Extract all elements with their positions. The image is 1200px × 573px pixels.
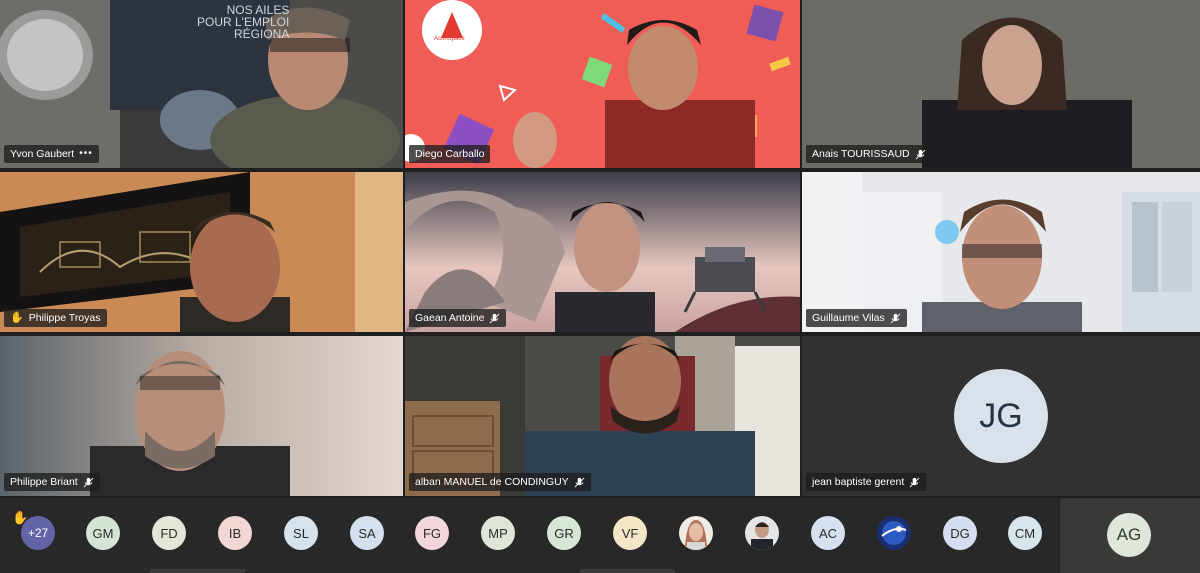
video-feed [802, 0, 1200, 168]
participant-name: Gaean Antoine [415, 312, 485, 324]
participant-photo-avatar[interactable] [745, 516, 779, 550]
video-tile[interactable]: Anais TOURISSAUD [802, 0, 1200, 168]
strip-scroll-indicator [580, 569, 675, 573]
mic-muted-icon [909, 477, 920, 487]
participant-name-tag: Philippe Briant [4, 473, 100, 491]
participant-strip: ✋ +27 GM FD IB SL SA FG MP GR VF AC DG C… [0, 498, 1058, 573]
participant-name: Guillaume Vilas [812, 312, 885, 324]
video-grid: NOS AILES POUR L'EMPLOI RÉGIONA Yvon Gau… [0, 0, 1200, 498]
active-speaker-tile[interactable]: AG [1060, 498, 1200, 573]
participant-name-tag: ✋ Philippe Troyas [4, 309, 107, 327]
participant-name-tag: Yvon Gaubert ••• [4, 145, 99, 163]
participant-name: Anais TOURISSAUD [812, 148, 910, 160]
poster-text: NOS AILES POUR L'EMPLOI RÉGIONA [197, 3, 290, 41]
video-tile[interactable]: ✋ Philippe Troyas [0, 172, 403, 332]
participant-avatar[interactable]: FD [152, 516, 186, 550]
mic-muted-icon [915, 149, 926, 159]
more-participants-button[interactable]: +27 [21, 516, 55, 550]
video-tile[interactable]: Guillaume Vilas [802, 172, 1200, 332]
participant-name-tag: Anais TOURISSAUD [806, 145, 932, 163]
participant-avatar[interactable]: SA [350, 516, 384, 550]
participant-avatar[interactable]: VF [613, 516, 647, 550]
video-tile[interactable]: alban MANUEL de CONDINGUY [405, 336, 800, 496]
participant-name: Yvon Gaubert [10, 148, 75, 160]
participant-avatar[interactable]: MP [481, 516, 515, 550]
avatar: JG [954, 369, 1048, 463]
video-tile[interactable]: Gaean Antoine [405, 172, 800, 332]
video-tile[interactable]: JG jean baptiste gerent [802, 336, 1200, 496]
mic-muted-icon [490, 313, 500, 323]
participant-avatar[interactable]: GR [547, 516, 581, 550]
video-tile[interactable]: NOS AILES POUR L'EMPLOI RÉGIONA Yvon Gau… [0, 0, 403, 168]
globe-logo-icon [877, 516, 911, 550]
participant-avatar[interactable]: CM [1008, 516, 1042, 550]
person-photo-icon [679, 516, 713, 550]
raised-hand-icon: ✋ [10, 312, 24, 324]
video-feed [405, 0, 800, 168]
person-photo-icon [745, 516, 779, 550]
participant-name: Philippe Troyas [28, 312, 101, 324]
participant-photo-avatar[interactable] [679, 516, 713, 550]
participant-avatar[interactable]: FG [415, 516, 449, 550]
strip-scroll-indicator [150, 569, 245, 573]
participant-avatar[interactable]: AC [811, 516, 845, 550]
participant-tray: ✋ +27 GM FD IB SL SA FG MP GR VF AC DG C… [0, 498, 1200, 573]
participant-avatar[interactable]: IB [218, 516, 252, 550]
mic-muted-icon [890, 313, 901, 323]
participant-logo-avatar[interactable] [877, 516, 911, 550]
participant-name-tag: Guillaume Vilas [806, 309, 907, 327]
video-feed [0, 336, 403, 496]
avatar: AG [1107, 513, 1151, 557]
participant-name-tag: Gaean Antoine [409, 309, 507, 327]
participant-avatar[interactable]: GM [86, 516, 120, 550]
video-feed [802, 172, 1200, 332]
mic-muted-icon [574, 477, 585, 487]
video-feed [0, 172, 403, 332]
participant-avatar[interactable]: SL [284, 516, 318, 550]
participant-name: Philippe Briant [10, 476, 78, 488]
video-tile[interactable]: ActInSpace Diego Carballo [405, 0, 800, 168]
participant-name: Diego Carballo [415, 148, 485, 160]
participant-avatar[interactable]: DG [943, 516, 977, 550]
more-options-icon[interactable]: ••• [79, 146, 93, 162]
participant-name: jean baptiste gerent [812, 476, 905, 488]
participant-name-tag: jean baptiste gerent [806, 473, 927, 491]
video-feed [405, 336, 800, 496]
participant-name: alban MANUEL de CONDINGUY [415, 476, 569, 488]
mic-muted-icon [83, 477, 94, 487]
participant-name-tag: Diego Carballo [409, 145, 491, 163]
participant-name-tag: alban MANUEL de CONDINGUY [409, 473, 591, 491]
actinspace-logo-text: ActInSpace [434, 36, 465, 42]
video-tile[interactable]: Philippe Briant [0, 336, 403, 496]
video-feed [405, 172, 800, 332]
